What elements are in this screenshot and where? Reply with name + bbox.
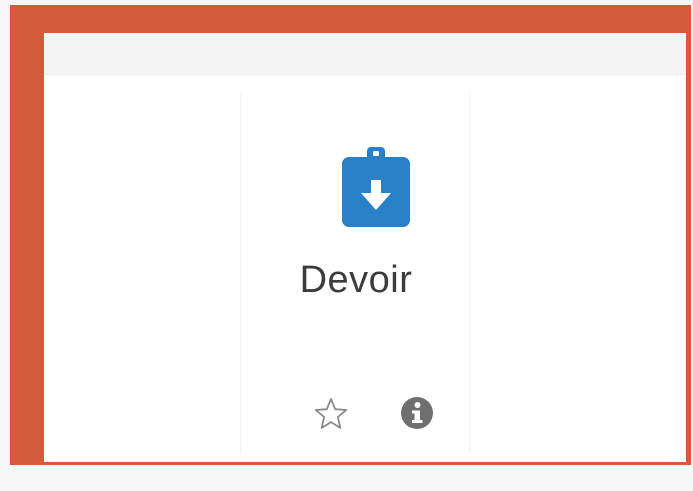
activity-name: Devoir (299, 259, 413, 301)
panel-top-strip (44, 33, 686, 75)
info-circle-icon (401, 397, 433, 429)
screenshot-stage: Devoir (0, 0, 693, 491)
activity-item-assignment[interactable]: Devoir (240, 93, 470, 453)
assignment-icon (342, 147, 410, 227)
activity-chooser-panel: Devoir (44, 33, 686, 462)
star-button[interactable] (307, 390, 355, 438)
info-button[interactable] (393, 389, 441, 437)
star-outline-icon (314, 398, 348, 429)
